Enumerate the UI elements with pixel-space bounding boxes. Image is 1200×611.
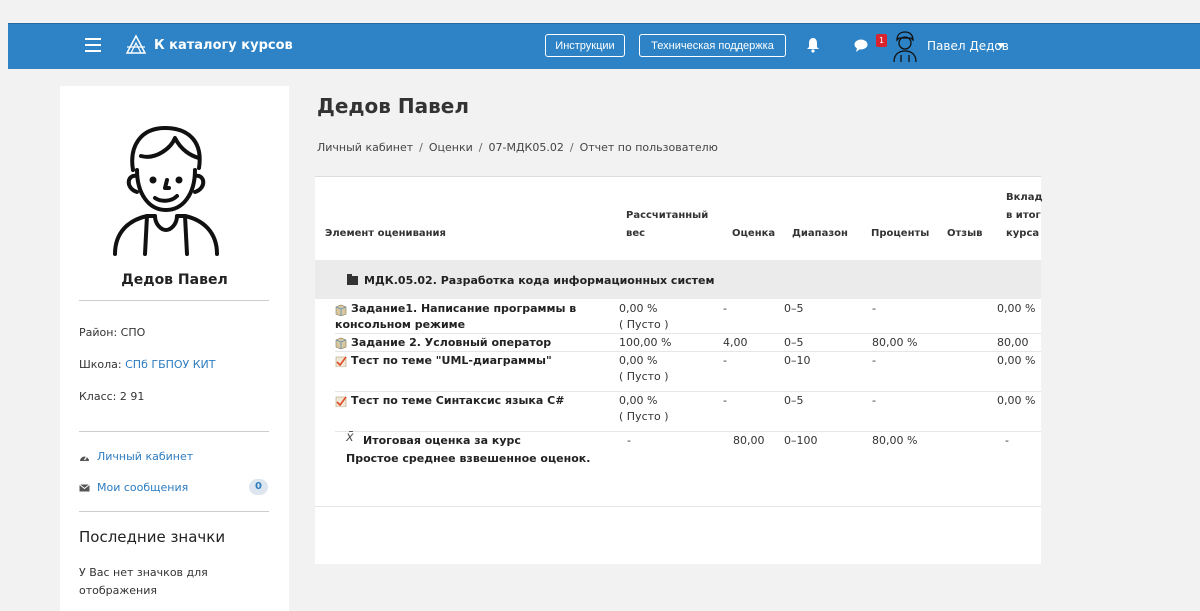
catalog-link[interactable]: К каталогу курсов	[154, 38, 293, 53]
grade-cell: 4,00	[723, 336, 748, 349]
assignment-icon	[335, 337, 347, 349]
total-weight-cell: -	[627, 434, 631, 447]
support-button[interactable]: Техническая поддержка	[639, 34, 786, 57]
profile-name: Дедов Павел	[121, 272, 228, 288]
course-total-method: Простое среднее взвешенное оценок.	[346, 452, 591, 465]
quiz-icon	[335, 356, 347, 367]
header-item: Элемент оценивания	[325, 228, 446, 239]
grade-cell: -	[723, 302, 727, 315]
weight-cell: 100,00 %	[619, 336, 672, 349]
grade-cell: -	[723, 394, 727, 407]
folder-icon	[347, 274, 358, 285]
school-info: Школа: СПб ГБПОУ КИТ	[79, 358, 216, 371]
contrib-cell: 0,00 %	[997, 354, 1036, 367]
header-weight-line1: Рассчитанный	[626, 210, 709, 221]
chat-icon[interactable]	[854, 39, 868, 52]
bell-icon[interactable]	[806, 37, 820, 53]
dashboard-link-label[interactable]: Личный кабинет	[97, 450, 193, 463]
notification-badge: 1	[876, 34, 887, 47]
category-name: МДК.05.02. Разработка кода информационны…	[364, 274, 715, 287]
percent-cell: 80,00 %	[872, 336, 918, 349]
class-text: Класс: 2 91	[79, 390, 145, 403]
item-name[interactable]: Тест по теме "UML-диаграммы"	[351, 353, 552, 369]
assignment-icon	[335, 304, 347, 316]
breadcrumb: Личный кабинет / Оценки / 07-МДК05.02 / …	[317, 141, 718, 154]
header-grade: Оценка	[732, 228, 776, 239]
messages-count-badge: 0	[249, 479, 268, 495]
chevron-down-icon[interactable]	[997, 43, 1005, 48]
header-weight-line2: вес	[626, 228, 646, 239]
weight-note: ( Пусто )	[619, 318, 669, 331]
school-link[interactable]: СПб ГБПОУ КИТ	[125, 358, 215, 371]
header-contrib-line3: курса	[1006, 228, 1040, 239]
breadcrumb-course[interactable]: 07-МДК05.02	[488, 141, 563, 154]
profile-avatar-icon	[113, 126, 219, 256]
main-content: Дедов Павел Личный кабинет / Оценки / 07…	[300, 86, 1180, 611]
header-feedback: Отзыв	[947, 228, 983, 239]
weight-cell: 0,00 %	[619, 394, 658, 407]
envelope-icon	[79, 483, 90, 491]
item-name[interactable]: Задание 2. Условный оператор	[351, 335, 551, 351]
breadcrumb-separator: /	[569, 141, 574, 154]
menu-icon[interactable]	[85, 38, 101, 52]
breadcrumb-grades[interactable]: Оценки	[429, 141, 473, 154]
grade-report-table: Элемент оценивания Рассчитанный вес Оцен…	[315, 176, 1043, 564]
breadcrumb-report: Отчет по пользователю	[579, 141, 718, 154]
weight-cell: 0,00 %	[619, 354, 658, 367]
percent-cell: -	[872, 302, 876, 315]
grade-cell: -	[723, 354, 727, 367]
weight-note: ( Пусто )	[619, 370, 669, 383]
range-cell: 0–5	[784, 394, 804, 407]
header-contrib-line2: в итог	[1006, 210, 1041, 221]
percent-cell: -	[872, 354, 876, 367]
item-name[interactable]: Тест по теме Синтаксис языка C#	[351, 393, 564, 409]
district-text: Район: СПО	[79, 326, 146, 339]
breadcrumb-separator: /	[419, 141, 423, 154]
no-badges-text: У Вас нет значков для отображения	[79, 566, 208, 597]
divider	[79, 511, 269, 512]
dashboard-link[interactable]: Личный кабинет	[79, 450, 193, 463]
item-name[interactable]: Задание1. Написание программы в	[351, 301, 576, 317]
range-cell: 0–5	[784, 336, 804, 349]
top-navbar: К каталогу курсов Инструкции Техническая…	[8, 23, 1200, 69]
header-range: Диапазон	[792, 228, 848, 239]
total-contrib-cell: -	[1005, 434, 1009, 447]
breadcrumb-dashboard[interactable]: Личный кабинет	[317, 141, 413, 154]
course-total-name: Итоговая оценка за курс	[363, 434, 521, 447]
school-label: Школа:	[79, 358, 126, 371]
page-title: Дедов Павел	[317, 94, 469, 118]
dashboard-icon	[80, 455, 89, 461]
divider	[79, 300, 269, 301]
category-label: МДК.05.02. Разработка кода информационны…	[347, 274, 715, 287]
header-contrib-line1: Вклад	[1006, 192, 1043, 203]
weight-note: ( Пусто )	[619, 410, 669, 423]
contrib-cell: 0,00 %	[997, 302, 1036, 315]
weight-cell: 0,00 %	[619, 302, 658, 315]
user-avatar-icon[interactable]	[892, 31, 918, 63]
messages-link[interactable]: Мои сообщения	[79, 481, 188, 494]
percent-cell: -	[872, 394, 876, 407]
total-percent-cell: 80,00 %	[872, 434, 918, 447]
range-cell: 0–10	[784, 354, 811, 367]
quiz-icon	[335, 396, 347, 407]
header-percent: Проценты	[871, 228, 930, 239]
instructions-button[interactable]: Инструкции	[545, 34, 625, 57]
range-cell: 0–5	[784, 302, 804, 315]
course-total-icon: x̄	[346, 430, 354, 445]
total-grade-cell: 80,00	[733, 434, 765, 447]
divider	[79, 431, 269, 432]
total-range-cell: 0–100	[784, 434, 818, 447]
messages-link-label[interactable]: Мои сообщения	[97, 481, 188, 494]
contrib-cell: 0,00 %	[997, 394, 1036, 407]
profile-sidebar: Дедов Павел Район: СПО Школа: СПб ГБПОУ …	[60, 86, 289, 611]
item-name-cont[interactable]: консольном режиме	[335, 317, 465, 333]
catalog-logo-icon[interactable]	[124, 34, 148, 58]
breadcrumb-separator: /	[478, 141, 483, 154]
recent-badges-heading: Последние значки	[79, 528, 226, 546]
